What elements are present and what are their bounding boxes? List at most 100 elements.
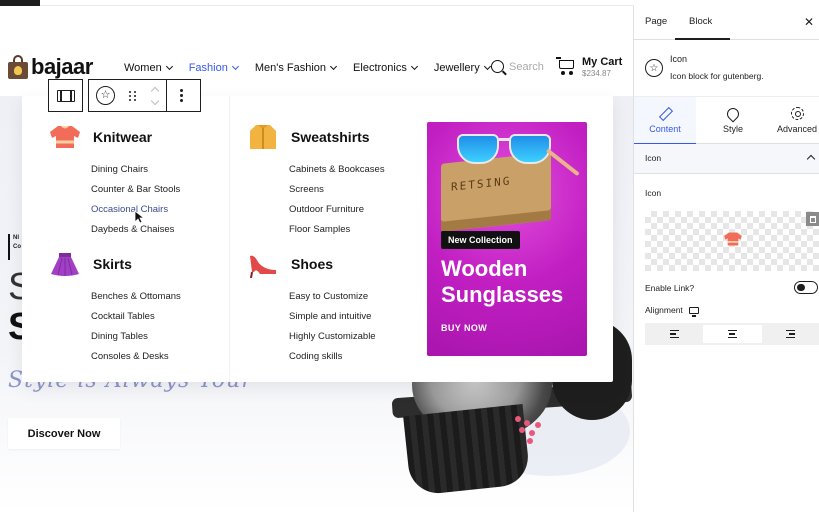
gear-icon	[790, 107, 804, 120]
block-description: Icon block for gutenberg.	[670, 71, 764, 81]
site-logo[interactable]: bajaar	[8, 54, 93, 80]
move-down-icon[interactable]	[150, 96, 160, 105]
tab-style[interactable]: Style	[702, 97, 764, 144]
desktop-icon[interactable]	[688, 306, 699, 317]
alignment-button-group	[645, 323, 819, 345]
menu-column-knitwear: Knitwear Dining Chairs Counter & Bar Sto…	[46, 122, 180, 244]
menu-link[interactable]: Highly Customizable	[289, 331, 376, 351]
menu-link[interactable]: Screens	[289, 184, 385, 204]
more-vertical-icon	[180, 89, 183, 102]
menu-link[interactable]: Cocktail Tables	[91, 311, 181, 331]
drag-handle[interactable]	[122, 80, 144, 111]
category-title: Sweatshirts	[291, 129, 370, 145]
block-container-icon	[56, 89, 75, 102]
nav-item-jewellery[interactable]: Jewellery	[434, 62, 491, 74]
cart-icon	[556, 57, 576, 75]
menu-link[interactable]: Floor Samples	[289, 224, 385, 244]
promo-headline: Wooden Sunglasses	[441, 256, 564, 307]
cart-title: My Cart	[582, 56, 623, 68]
promo-card[interactable]: RETSING New Collection Wooden Sunglasses…	[427, 122, 587, 356]
category-title: Skirts	[93, 256, 132, 272]
category-title: Shoes	[291, 256, 334, 272]
menu-link[interactable]: Coding skills	[289, 351, 376, 371]
menu-link[interactable]: Easy to Customize	[289, 291, 376, 311]
menu-link[interactable]: Cabinets & Bookcases	[289, 164, 385, 184]
align-center-button[interactable]	[703, 325, 762, 343]
chevron-down-icon	[330, 62, 338, 71]
block-controls-group: ☆	[88, 79, 201, 112]
menu-link[interactable]: Daybeds & Chaises	[91, 224, 180, 244]
menu-link[interactable]: Dining Chairs	[91, 164, 180, 184]
chevron-up-icon	[806, 154, 816, 164]
paint-bucket-icon	[724, 105, 742, 122]
menu-link[interactable]: Simple and intuitive	[289, 311, 376, 331]
sunglasses-image	[457, 130, 580, 177]
buy-now-link[interactable]: BUY NOW	[441, 323, 487, 333]
enable-link-toggle[interactable]	[794, 281, 818, 294]
icon-picker-preview[interactable]	[645, 211, 819, 271]
mouse-cursor-icon	[134, 210, 144, 224]
logo-text: bajaar	[31, 54, 93, 79]
menu-link[interactable]: Consoles & Desks	[91, 351, 181, 371]
menu-column-shoes: Shoes Easy to Customize Simple and intui…	[244, 249, 376, 371]
align-left-icon	[669, 330, 679, 338]
enable-link-label: Enable Link?	[645, 283, 695, 293]
pencil-icon	[659, 108, 671, 120]
search-placeholder: Search	[509, 60, 544, 73]
block-type-button[interactable]: ☆	[89, 80, 122, 111]
discover-now-button[interactable]: Discover Now	[8, 418, 120, 449]
menu-link[interactable]: Counter & Bar Stools	[91, 184, 180, 204]
block-name: Icon	[670, 54, 688, 64]
settings-subtabs: Content Style Advanced	[634, 96, 819, 145]
menu-column-skirts: Skirts Benches & Ottomans Cocktail Table…	[46, 249, 181, 371]
nav-item-electronics[interactable]: Electronics	[353, 62, 418, 74]
chevron-down-icon	[410, 62, 418, 71]
search-box[interactable]: Search	[491, 60, 544, 73]
shopping-bag-icon	[8, 55, 28, 79]
cart-price: $234.87	[582, 69, 611, 78]
nav-item-fashion[interactable]: Fashion	[189, 62, 239, 74]
alignment-label: Alignment	[645, 305, 699, 317]
block-mover[interactable]	[144, 80, 166, 111]
jacket-icon	[244, 122, 282, 152]
sweater-icon	[46, 122, 84, 152]
tab-block[interactable]: Block	[689, 16, 712, 27]
editor-canvas: NICo S S Style is Always Your Discover N…	[0, 6, 633, 512]
menu-link[interactable]: Dining Tables	[91, 331, 181, 351]
star-icon: ☆	[645, 59, 663, 77]
block-options-button[interactable]	[166, 79, 196, 112]
close-icon[interactable]: ✕	[804, 15, 814, 29]
sidebar-tabs: Page Block ✕	[634, 6, 819, 40]
tab-advanced[interactable]: Advanced	[766, 97, 819, 144]
align-right-icon	[786, 330, 796, 338]
nav-item-women[interactable]: Women	[124, 62, 173, 74]
align-center-icon	[727, 330, 737, 338]
nav-item-mens-fashion[interactable]: Men's Fashion	[255, 62, 338, 74]
menu-column-sweatshirts: Sweatshirts Cabinets & Bookcases Screens…	[244, 122, 385, 244]
main-navigation: Women Fashion Men's Fashion Electronics …	[124, 62, 507, 74]
chevron-down-icon	[165, 62, 173, 71]
column-divider	[229, 96, 230, 382]
menu-link[interactable]: Outdoor Furniture	[289, 204, 385, 224]
menu-link[interactable]: Benches & Ottomans	[91, 291, 181, 311]
move-up-icon[interactable]	[150, 86, 160, 95]
trash-icon[interactable]	[806, 212, 819, 226]
star-icon: ☆	[96, 86, 115, 105]
hero-tag: NI Co	[8, 234, 22, 260]
cart-widget[interactable]: My Cart $234.87	[556, 56, 622, 78]
align-left-button[interactable]	[645, 323, 703, 345]
chevron-down-icon	[483, 62, 491, 71]
tab-content[interactable]: Content	[634, 97, 696, 145]
icon-field-label: Icon	[645, 188, 662, 198]
block-settings-sidebar: Page Block ✕ ☆ Icon Icon block for guten…	[633, 6, 819, 512]
tab-page[interactable]: Page	[645, 16, 667, 27]
block-parent-selector[interactable]	[48, 79, 83, 112]
icon-panel-header[interactable]: Icon	[634, 144, 819, 174]
new-collection-badge: New Collection	[441, 231, 520, 249]
panel-title: Icon	[645, 153, 662, 163]
block-toolbar: ☆	[48, 79, 201, 112]
heel-shoe-icon	[244, 249, 282, 279]
chevron-down-icon	[231, 62, 239, 71]
block-card: ☆ Icon Icon block for gutenberg.	[634, 40, 819, 96]
align-right-button[interactable]	[762, 323, 819, 345]
